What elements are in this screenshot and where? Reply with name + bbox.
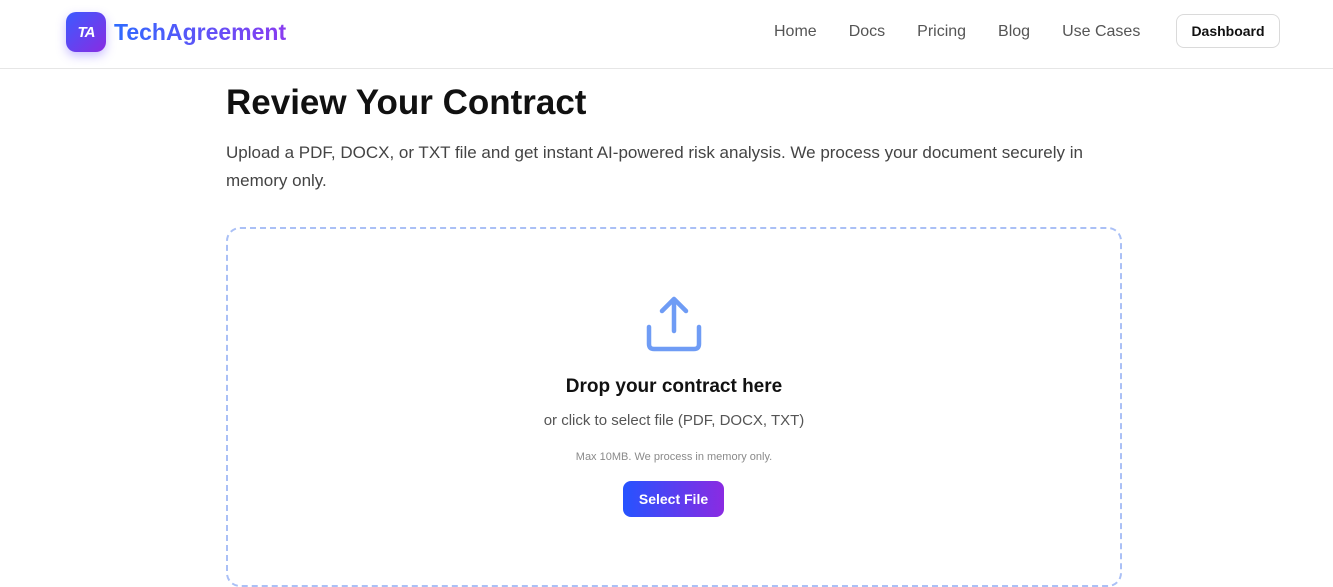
upload-icon xyxy=(646,296,702,352)
nav-link-use-cases[interactable]: Use Cases xyxy=(1062,22,1140,42)
nav-link-pricing[interactable]: Pricing xyxy=(917,22,966,42)
select-file-button[interactable]: Select File xyxy=(623,481,724,517)
page-title: Review Your Contract xyxy=(226,83,587,122)
site-header: TA TechAgreement Home Docs Pricing Blog … xyxy=(0,0,1333,69)
logo-icon: TA xyxy=(66,12,106,52)
dashboard-button[interactable]: Dashboard xyxy=(1176,14,1280,48)
page-description: Upload a PDF, DOCX, or TXT file and get … xyxy=(226,143,1083,190)
file-dropzone[interactable]: Drop your contract here or click to sele… xyxy=(226,227,1122,587)
nav-link-blog[interactable]: Blog xyxy=(998,22,1030,42)
dropzone-subtitle: or click to select file (PDF, DOCX, TXT) xyxy=(543,412,805,429)
brand-name: TechAgreement xyxy=(114,18,287,45)
nav-link-home[interactable]: Home xyxy=(774,22,817,42)
nav-link-docs[interactable]: Docs xyxy=(849,22,885,42)
dropzone-note: Max 10MB. We process in memory only. xyxy=(575,451,773,463)
brand-logo[interactable]: TA TechAgreement xyxy=(66,12,286,52)
main-nav: Home Docs Pricing Blog Use Cases xyxy=(774,22,1172,42)
dropzone-title: Drop your contract here xyxy=(565,376,783,397)
